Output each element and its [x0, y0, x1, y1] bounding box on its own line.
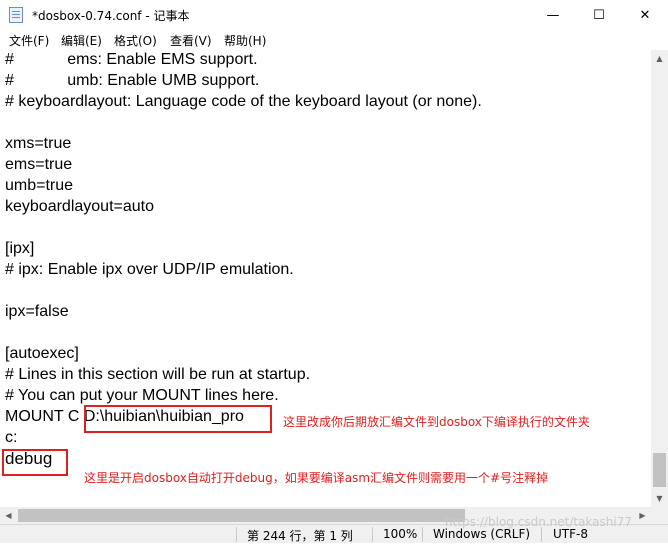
line-ending: Windows (CRLF)	[433, 527, 531, 541]
menu-view[interactable]: 查看(V)	[170, 32, 212, 49]
menu-format[interactable]: 格式(O)	[114, 32, 157, 49]
scroll-up-icon[interactable]: ▲	[651, 50, 668, 67]
scroll-down-icon[interactable]: ▼	[651, 490, 668, 507]
mount-path-highlight	[84, 405, 272, 433]
status-divider	[372, 527, 373, 542]
zoom-level: 100%	[383, 527, 418, 541]
window-title: *dosbox-0.74.conf - 记事本	[32, 9, 190, 23]
text-line: # Lines in this section will be run at s…	[5, 366, 311, 383]
text-editor[interactable]: # ems: Enable EMS support. # umb: Enable…	[0, 50, 651, 507]
text-line: ems=true	[5, 156, 73, 173]
horizontal-scroll-thumb[interactable]	[18, 509, 465, 522]
menu-edit[interactable]: 编辑(E)	[61, 32, 102, 49]
status-divider	[541, 527, 542, 542]
menu-bar: 文件(F) 编辑(E) 格式(O) 查看(V) 帮助(H)	[0, 30, 668, 50]
debug-highlight	[2, 449, 68, 476]
minimize-button[interactable]: —	[530, 0, 576, 30]
text-line: [autoexec]	[5, 345, 79, 362]
menu-file[interactable]: 文件(F)	[9, 32, 49, 49]
debug-annotation: 这里是开启dosbox自动打开debug，如果要编译asm汇编文件则需要用一个#…	[84, 471, 549, 485]
close-icon: ✕	[639, 7, 651, 23]
maximize-button[interactable]: ☐	[576, 0, 622, 30]
text-line: # ems: Enable EMS support.	[5, 51, 258, 68]
watermark: https://blog.csdn.net/takashi77	[445, 515, 632, 529]
text-line: # keyboardlayout: Language code of the k…	[5, 93, 482, 110]
status-divider	[422, 527, 423, 542]
notepad-icon	[9, 7, 23, 23]
scroll-right-icon[interactable]: ▶	[634, 507, 651, 524]
minimize-icon: —	[546, 7, 560, 23]
status-divider	[236, 527, 237, 542]
text-line: c:	[5, 429, 18, 446]
close-button[interactable]: ✕	[622, 0, 668, 30]
text-line: # You can put your MOUNT lines here.	[5, 387, 279, 404]
text-line: # umb: Enable UMB support.	[5, 72, 260, 89]
maximize-icon: ☐	[593, 7, 605, 23]
cursor-position: 第 244 行，第 1 列	[247, 529, 353, 543]
text-line: xms=true	[5, 135, 72, 152]
text-line: umb=true	[5, 177, 74, 194]
text-line: ipx=false	[5, 303, 69, 320]
vertical-scrollbar[interactable]: ▲ ▼	[651, 50, 668, 507]
text-line: # ipx: Enable ipx over UDP/IP emulation.	[5, 261, 294, 278]
scrollbar-corner	[651, 507, 668, 524]
text-line: keyboardlayout=auto	[5, 198, 154, 215]
vertical-scroll-thumb[interactable]	[653, 453, 666, 487]
scroll-left-icon[interactable]: ◀	[0, 507, 17, 524]
menu-help[interactable]: 帮助(H)	[224, 32, 266, 49]
title-bar: *dosbox-0.74.conf - 记事本 — ☐ ✕	[0, 0, 668, 30]
encoding: UTF-8	[553, 527, 588, 541]
mount-annotation: 这里改成你后期放汇编文件到dosbox下编译执行的文件夹	[283, 415, 590, 429]
text-line: [ipx]	[5, 240, 35, 257]
